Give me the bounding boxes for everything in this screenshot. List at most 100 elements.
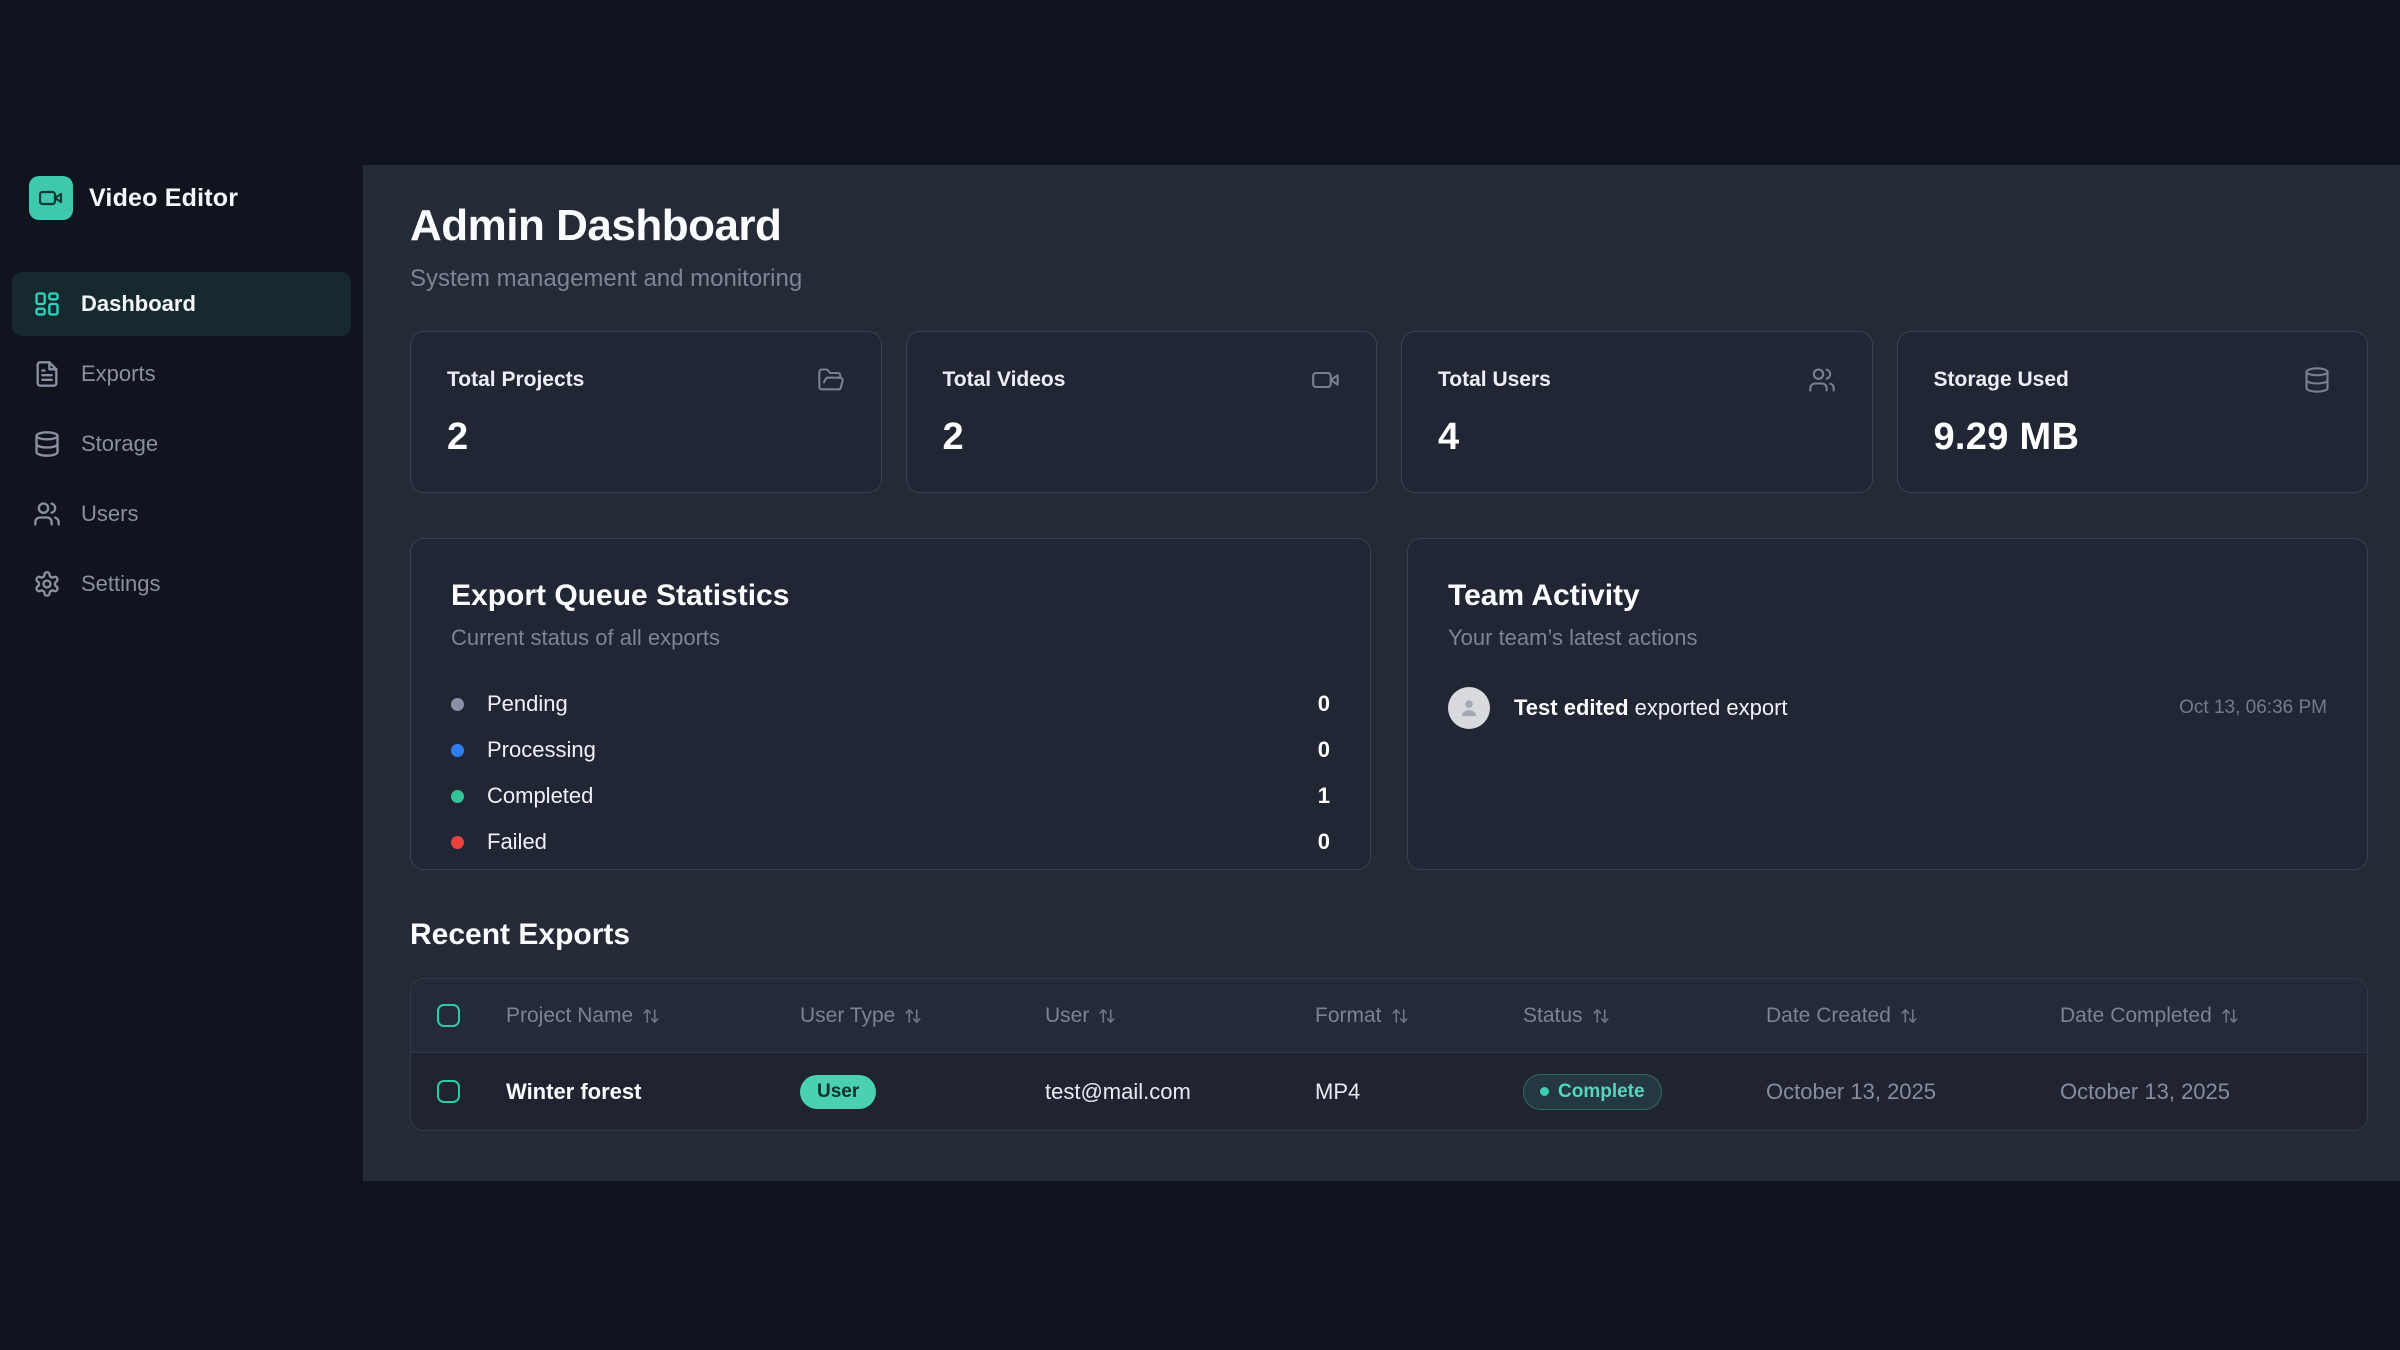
queue-value: 0 [1318,691,1330,717]
table-row: Winter forest User test@mail.com MP4 Com… [411,1052,2367,1130]
header-cell-status[interactable]: Status [1523,1004,1766,1028]
card-title: Team Activity [1448,579,2327,613]
header-cell-user-type[interactable]: User Type [800,1004,1045,1028]
page-title: Admin Dashboard [410,201,2368,251]
recent-exports-title: Recent Exports [410,918,2368,952]
queue-row-processing: Processing 0 [451,727,1330,773]
column-label: User Type [800,1004,895,1028]
person-icon [1456,695,1482,721]
queue-value: 0 [1318,737,1330,763]
activity-actor-action: Test edited [1514,695,1629,720]
users-icon [1808,366,1836,394]
queue-row-pending: Pending 0 [451,681,1330,727]
failed-dot [451,836,464,849]
header-cell-user[interactable]: User [1045,1004,1315,1028]
select-all-checkbox[interactable] [437,1004,460,1027]
row-cell-user: test@mail.com [1045,1079,1315,1105]
column-label: Date Created [1766,1004,1891,1028]
header-cell-format[interactable]: Format [1315,1004,1523,1028]
activity-timestamp: Oct 13, 06:36 PM [2179,697,2327,719]
row-cell-format: MP4 [1315,1079,1523,1105]
column-label: Date Completed [2060,1004,2212,1028]
page-subtitle: System management and monitoring [410,265,2368,293]
header-cell-project-name[interactable]: Project Name [506,1004,800,1028]
export-queue-card: Export Queue Statistics Current status o… [410,538,1371,870]
pending-dot [451,698,464,711]
status-dot-icon [1540,1087,1549,1096]
user-type-badge: User [800,1075,876,1109]
gear-icon [33,570,61,598]
processing-dot [451,744,464,757]
app-logo [29,176,73,220]
queue-value: 0 [1318,829,1330,855]
completed-dot [451,790,464,803]
sidebar-item-label: Settings [81,571,161,597]
sidebar-item-label: Exports [81,361,156,387]
queue-list: Pending 0 Processing 0 Completed 1 Faile… [451,681,1330,865]
stat-label: Total Projects [447,368,584,392]
row-cell-date-created: October 13, 2025 [1766,1079,2060,1105]
sidebar-item-storage[interactable]: Storage [12,412,351,476]
video-camera-icon [39,186,63,210]
video-camera-icon [1312,366,1340,394]
sidebar-item-label: Storage [81,431,158,457]
sidebar-item-users[interactable]: Users [12,482,351,546]
queue-label: Failed [487,829,547,855]
database-icon [2303,366,2331,394]
column-label: Format [1315,1004,1382,1028]
avatar [1448,687,1490,729]
stat-label: Storage Used [1934,368,2069,392]
brand: Video Editor [29,176,363,220]
column-label: Project Name [506,1004,633,1028]
main-content: Admin Dashboard System management and mo… [363,165,2400,1181]
sort-icon [2221,1007,2239,1025]
recent-exports-table: Project Name User Type User Format [410,978,2368,1131]
card-subtitle: Your team’s latest actions [1448,625,2327,651]
sidebar-item-settings[interactable]: Settings [12,552,351,616]
folder-open-icon [817,366,845,394]
stat-value: 2 [447,416,845,459]
row-cell-project-name: Winter forest [506,1079,800,1105]
stat-card-total-projects: Total Projects 2 [410,331,882,493]
header-cell-select [411,1004,506,1027]
sort-icon [1391,1007,1409,1025]
queue-row-completed: Completed 1 [451,773,1330,819]
activity-item: Test edited exported export Oct 13, 06:3… [1448,687,2327,729]
database-icon [33,430,61,458]
row-cell-user-type: User [800,1075,1045,1109]
stat-label: Total Users [1438,368,1551,392]
queue-row-failed: Failed 0 [451,819,1330,865]
column-label: User [1045,1004,1089,1028]
column-label: Status [1523,1004,1583,1028]
card-subtitle: Current status of all exports [451,625,1330,651]
queue-label: Completed [487,783,593,809]
row-checkbox[interactable] [437,1080,460,1103]
sidebar-item-exports[interactable]: Exports [12,342,351,406]
sort-icon [642,1007,660,1025]
sidebar: Video Editor Dashboard Exports [0,0,363,1350]
row-cell-status: Complete [1523,1074,1766,1110]
status-label: Complete [1558,1081,1645,1103]
sort-icon [904,1007,922,1025]
header-cell-date-completed[interactable]: Date Completed [2060,1004,2367,1028]
sidebar-item-label: Users [81,501,138,527]
table-header-row: Project Name User Type User Format [411,979,2367,1052]
mid-row: Export Queue Statistics Current status o… [410,538,2368,870]
queue-label: Processing [487,737,596,763]
sidebar-item-dashboard[interactable]: Dashboard [12,272,351,336]
sort-icon [1592,1007,1610,1025]
stat-label: Total Videos [943,368,1066,392]
activity-object: exported export [1635,695,1788,720]
sidebar-nav: Dashboard Exports Storage [12,272,351,616]
stat-card-total-videos: Total Videos 2 [906,331,1378,493]
header-cell-date-created[interactable]: Date Created [1766,1004,2060,1028]
stat-value: 2 [943,416,1341,459]
file-text-icon [33,360,61,388]
stat-value: 4 [1438,416,1836,459]
stat-card-storage-used: Storage Used 9.29 MB [1897,331,2369,493]
sidebar-item-label: Dashboard [81,291,196,317]
sort-icon [1098,1007,1116,1025]
stats-row: Total Projects 2 Total Videos 2 [410,331,2368,493]
row-cell-date-completed: October 13, 2025 [2060,1079,2367,1105]
stat-card-total-users: Total Users 4 [1401,331,1873,493]
